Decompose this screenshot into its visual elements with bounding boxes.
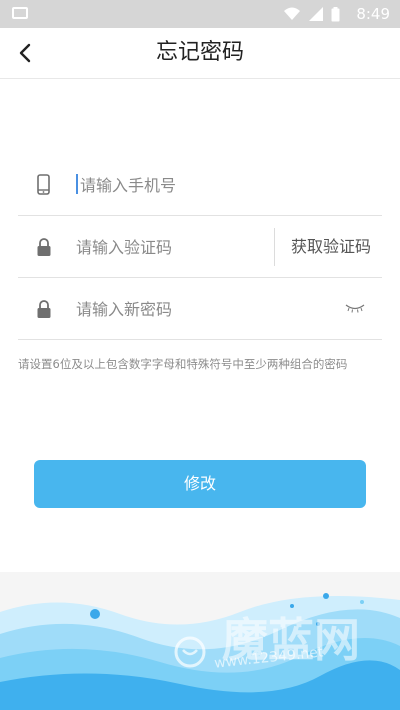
phone-input[interactable]	[80, 168, 270, 202]
wifi-icon	[284, 7, 300, 20]
verification-code-row: 获取验证码	[18, 216, 382, 278]
status-icons	[283, 6, 340, 22]
get-code-button[interactable]: 获取验证码	[280, 230, 382, 264]
lock-icon	[37, 300, 51, 318]
new-password-row	[18, 278, 382, 340]
smartphone-icon	[37, 174, 50, 195]
status-time: 8:49	[356, 5, 390, 23]
verification-code-input[interactable]	[76, 230, 266, 264]
submit-button[interactable]: 修改	[34, 460, 366, 508]
signal-icon	[309, 7, 323, 21]
sim-card-icon	[12, 7, 28, 19]
divider	[274, 228, 275, 266]
battery-icon	[331, 6, 340, 21]
new-password-input[interactable]	[76, 292, 266, 326]
page-title: 忘记密码	[155, 40, 244, 65]
text-cursor	[76, 174, 78, 194]
lock-icon	[37, 238, 51, 256]
status-bar: 8:49	[0, 0, 400, 28]
eye-closed-icon[interactable]	[344, 302, 366, 314]
password-hint: 请设置6位及以上包含数字字母和特殊符号中至少两种组合的密码	[18, 357, 348, 371]
phone-row	[18, 154, 382, 216]
nav-bar: 忘记密码	[0, 28, 400, 79]
